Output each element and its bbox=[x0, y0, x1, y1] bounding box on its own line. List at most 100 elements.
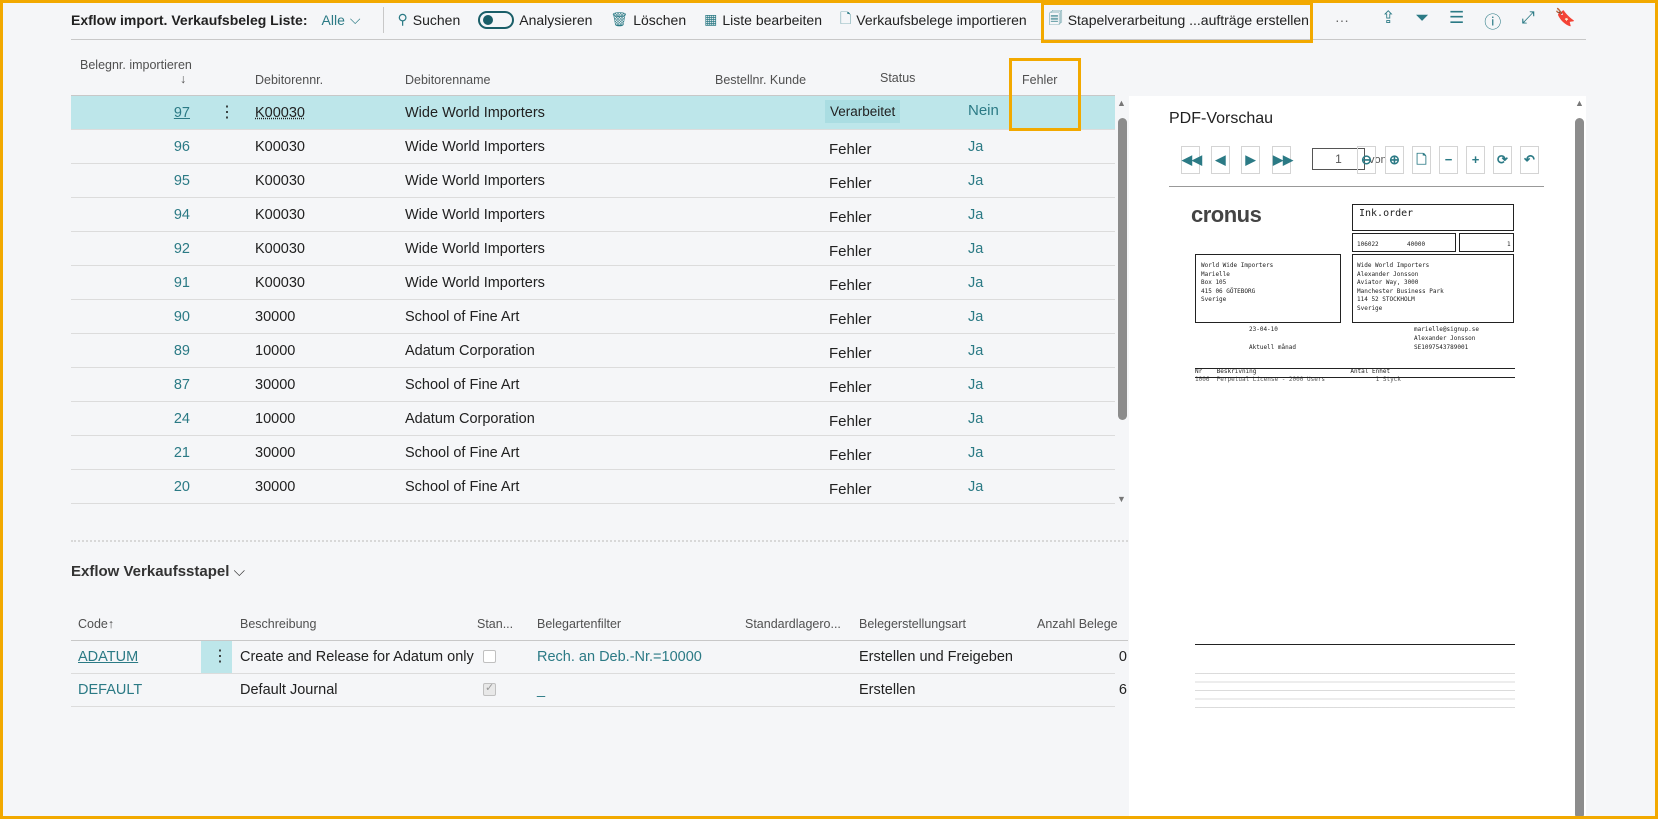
col-header-error[interactable]: Fehler bbox=[1022, 73, 1057, 87]
fit-page-icon[interactable]: 🗋 bbox=[1412, 146, 1431, 174]
doc-no-link[interactable]: 92 bbox=[130, 241, 190, 257]
scroll-down-icon[interactable]: ▼ bbox=[1117, 494, 1126, 504]
edit-list-button[interactable]: ▦ Liste bearbeiten bbox=[704, 11, 822, 28]
table-row[interactable]: 21 30000 School of Fine Art Fehler Ja bbox=[71, 436, 1115, 470]
col-header-standard[interactable]: Stan... bbox=[477, 617, 513, 631]
batch-row[interactable]: DEFAULT Default Journal ✓ _ Erstellen 6 bbox=[71, 674, 1127, 707]
info-icon[interactable]: ⓘ bbox=[1484, 8, 1501, 33]
col-header-default-location[interactable]: Standardlagero... bbox=[745, 617, 841, 631]
batch-row[interactable]: ADATUM ⋮ Create and Release for Adatum onl… bbox=[71, 641, 1127, 674]
plus-icon[interactable]: + bbox=[1466, 146, 1485, 174]
batch-code-link[interactable]: ADATUM bbox=[78, 649, 138, 665]
col-header-customer-no[interactable]: Debitorennr. bbox=[255, 73, 323, 87]
doc-no-link[interactable]: 95 bbox=[130, 173, 190, 189]
customer-name: Adatum Corporation bbox=[405, 411, 535, 427]
doc-no-link[interactable]: 21 bbox=[130, 445, 190, 461]
view-filter-dropdown[interactable]: Alle ⌵ bbox=[322, 11, 361, 28]
pdf-scrollbar[interactable] bbox=[1575, 118, 1584, 819]
status-badge: Fehler bbox=[829, 141, 872, 158]
chevron-down-icon: ⌵ bbox=[229, 563, 245, 580]
last-page-button[interactable]: ▶▶ bbox=[1272, 146, 1293, 174]
undo-icon[interactable]: ↶ bbox=[1520, 146, 1539, 174]
row-menu-icon[interactable]: ⋮ bbox=[219, 102, 235, 122]
col-header-creation-type[interactable]: Belegerstellungsart bbox=[859, 617, 966, 631]
doc-no-link[interactable]: 90 bbox=[130, 309, 190, 325]
bookmark-icon[interactable]: 🔖 bbox=[1555, 8, 1576, 33]
status-badge: Fehler bbox=[829, 379, 872, 396]
row-menu[interactable]: ⋮ bbox=[201, 641, 232, 673]
doc-no-link[interactable]: 97 bbox=[130, 105, 190, 121]
col-header-code[interactable]: Code↑ bbox=[78, 617, 114, 631]
list-view-icon[interactable]: ☰ bbox=[1449, 8, 1464, 33]
expand-icon[interactable]: ⤢ bbox=[1521, 8, 1535, 33]
table-row[interactable]: 92 K00030 Wide World Importers Fehler Ja bbox=[71, 232, 1115, 266]
batch-code-link[interactable]: DEFAULT bbox=[78, 682, 142, 698]
import-button[interactable]: 🗋 Verkaufsbelege importieren bbox=[840, 8, 1027, 32]
cronus-logo: cronus bbox=[1191, 202, 1262, 227]
next-page-button[interactable]: ▶ bbox=[1241, 146, 1260, 174]
doc-page-no: 1 bbox=[1507, 241, 1511, 248]
analyze-toggle[interactable]: Analysieren bbox=[478, 10, 592, 29]
col-header-order-no[interactable]: Bestellnr. Kunde bbox=[715, 73, 806, 87]
col-header-doc-no[interactable]: Belegnr. importieren bbox=[80, 58, 192, 72]
col-header-customer-name[interactable]: Debitorenname bbox=[405, 73, 490, 87]
vat-no: SE1097543789001 bbox=[1414, 344, 1469, 351]
sort-desc-icon[interactable]: ↓ bbox=[180, 72, 186, 86]
table-row[interactable]: 91 K00030 Wide World Importers Fehler Ja bbox=[71, 266, 1115, 300]
col-header-status[interactable]: Status bbox=[880, 71, 915, 85]
doc-type-filter[interactable]: Rech. an Deb.-Nr.=10000 bbox=[537, 649, 702, 665]
customer-no: 30000 bbox=[255, 445, 296, 461]
pdf-scroll-up-icon[interactable]: ▲ bbox=[1575, 98, 1584, 108]
page-title: Exflow import. Verkaufsbeleg Liste: bbox=[71, 11, 308, 28]
share-icon[interactable]: ⇪ bbox=[1381, 8, 1395, 33]
doc-type-filter[interactable]: _ bbox=[537, 682, 545, 698]
refresh-icon[interactable]: ⟳ bbox=[1493, 146, 1512, 174]
table-row[interactable]: 87 30000 School of Fine Art Fehler Ja bbox=[71, 368, 1115, 402]
toggle-icon bbox=[478, 10, 515, 29]
doc-no-link[interactable]: 96 bbox=[130, 139, 190, 155]
table-row[interactable]: 95 K00030 Wide World Importers Fehler Ja bbox=[71, 164, 1115, 198]
standard-checkbox[interactable] bbox=[483, 650, 496, 663]
doc-no-link[interactable]: 94 bbox=[130, 207, 190, 223]
doc-no-link[interactable]: 87 bbox=[130, 377, 190, 393]
search-button[interactable]: ⚲ Suchen bbox=[398, 11, 461, 28]
doc-no-link[interactable]: 20 bbox=[130, 479, 190, 495]
customer-no[interactable]: K00030 bbox=[255, 105, 305, 121]
col-header-doc-type-filter[interactable]: Belegartenfilter bbox=[537, 617, 621, 631]
table-row[interactable]: 94 K00030 Wide World Importers Fehler Ja bbox=[71, 198, 1115, 232]
status-badge: Fehler bbox=[829, 481, 872, 498]
address-left: World Wide Importers Marielle Box 105 41… bbox=[1201, 262, 1274, 303]
prev-page-button[interactable]: ◀ bbox=[1211, 146, 1230, 174]
table-row[interactable]: 20 30000 School of Fine Art Fehler Ja bbox=[71, 470, 1115, 504]
filter-icon[interactable]: ⏷ bbox=[1415, 8, 1429, 33]
col-header-doc-count[interactable]: Anzahl Belege bbox=[1037, 617, 1118, 631]
scroll-up-icon[interactable]: ▲ bbox=[1117, 98, 1126, 108]
table-row[interactable]: 90 30000 School of Fine Art Fehler Ja bbox=[71, 300, 1115, 334]
doc-no-link[interactable]: 89 bbox=[130, 343, 190, 359]
zoom-out-icon[interactable]: ⊖ bbox=[1357, 146, 1376, 174]
customer-no: K00030 bbox=[255, 173, 305, 189]
list-scrollbar[interactable] bbox=[1118, 118, 1127, 420]
table-row[interactable]: 96 K00030 Wide World Importers Fehler Ja bbox=[71, 130, 1115, 164]
customer-name: School of Fine Art bbox=[405, 377, 520, 393]
customer-no: 10000 bbox=[255, 411, 296, 427]
more-button[interactable]: ··· bbox=[1335, 12, 1349, 28]
table-row[interactable]: 24 10000 Adatum Corporation Fehler Ja bbox=[71, 402, 1115, 436]
error-flag: Ja bbox=[968, 275, 984, 291]
batch-section-title[interactable]: Exflow Verkaufsstapel ⌵ bbox=[71, 563, 245, 580]
col-header-description[interactable]: Beschreibung bbox=[240, 617, 316, 631]
first-page-button[interactable]: ◀◀ bbox=[1181, 146, 1202, 174]
batch-create-button[interactable]: 🗐 Stapelverarbeitung ...aufträge erstelle… bbox=[1049, 8, 1309, 32]
error-flag: Nein bbox=[968, 102, 999, 119]
standard-checkbox[interactable]: ✓ bbox=[483, 682, 496, 696]
doc-no-link[interactable]: 91 bbox=[130, 275, 190, 291]
delete-button[interactable]: 🗑 Löschen bbox=[610, 11, 686, 28]
doc-no-link[interactable]: 24 bbox=[130, 411, 190, 427]
table-row[interactable]: 89 10000 Adatum Corporation Fehler Ja bbox=[71, 334, 1115, 368]
section-divider bbox=[71, 540, 1128, 542]
zoom-in-icon[interactable]: ⊕ bbox=[1385, 146, 1404, 174]
line-rule-2 bbox=[1195, 377, 1515, 378]
table-row[interactable]: 97 ⋮ K00030 Wide World Importers Verarbeitet… bbox=[71, 96, 1115, 130]
contact: Alexander Jonsson bbox=[1414, 335, 1476, 342]
minus-icon[interactable]: − bbox=[1439, 146, 1458, 174]
